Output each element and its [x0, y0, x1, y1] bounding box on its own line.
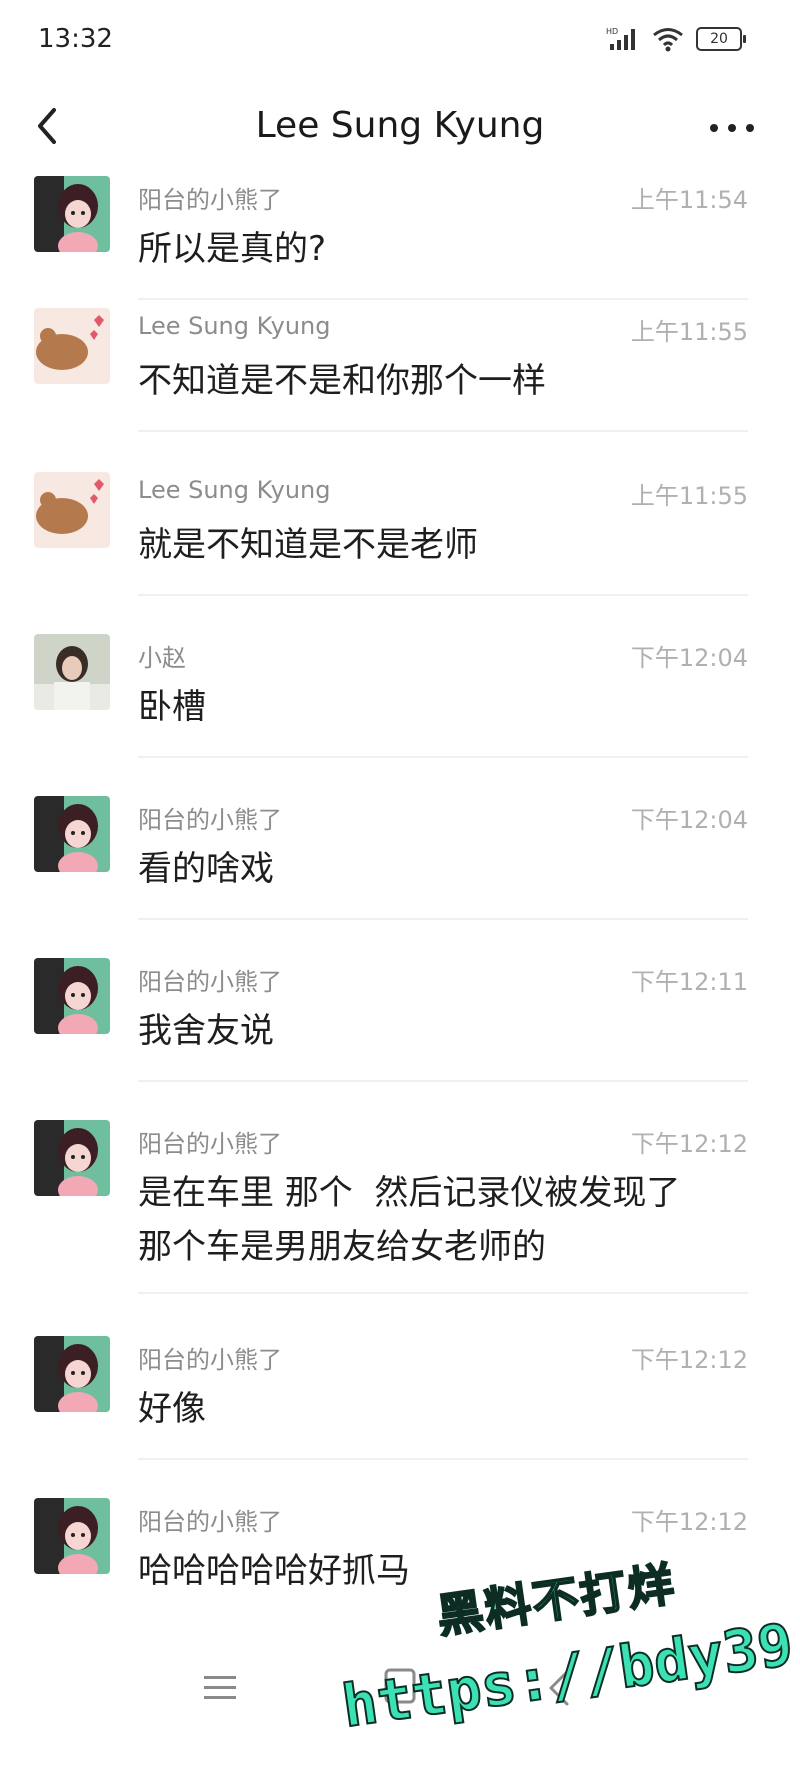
- status-time: 13:32: [38, 24, 113, 54]
- sender-name: 阳台的小熊了: [138, 1346, 282, 1374]
- message-time: 上午11:54: [630, 186, 748, 214]
- more-horizontal-icon[interactable]: [702, 96, 762, 156]
- photo-avatar[interactable]: [34, 634, 110, 710]
- message-text: 哈哈哈哈哈好抓马: [138, 1551, 410, 1591]
- status-icons: HD 20: [606, 26, 746, 52]
- message-time: 下午12:12: [630, 1346, 748, 1374]
- sender-name: Lee Sung Kyung: [138, 312, 331, 340]
- nav-bar: Lee Sung Kyung: [0, 84, 800, 176]
- anime-girl-avatar[interactable]: [34, 1120, 110, 1196]
- sender-name: 阳台的小熊了: [138, 186, 282, 214]
- divider: [138, 1292, 748, 1294]
- message-text: 好像: [138, 1389, 206, 1429]
- message-line: 那个车是男朋友给女老师的: [138, 1227, 546, 1267]
- menu-icon[interactable]: [202, 1670, 238, 1706]
- sender-name: 阳台的小熊了: [138, 806, 282, 834]
- message-time: 下午12:12: [630, 1130, 748, 1158]
- message-time: 下午12:04: [630, 644, 748, 672]
- message-text: 看的啥戏: [138, 849, 274, 889]
- anime-girl-avatar[interactable]: [34, 1336, 110, 1412]
- message-time: 上午11:55: [630, 482, 748, 510]
- message-line: 是在车里 那个 然后记录仪被发现了: [138, 1173, 681, 1213]
- divider: [138, 298, 748, 300]
- message-text: 不知道是不是和你那个一样: [138, 361, 546, 401]
- brown-bear-avatar[interactable]: [34, 308, 110, 384]
- system-nav-bar: [0, 1640, 800, 1777]
- divider: [138, 756, 748, 758]
- page-title: Lee Sung Kyung: [255, 105, 545, 146]
- anime-girl-avatar[interactable]: [34, 796, 110, 872]
- anime-girl-avatar[interactable]: [34, 958, 110, 1034]
- divider: [138, 918, 748, 920]
- sender-name: 阳台的小熊了: [138, 968, 282, 996]
- message-time: 下午12:12: [630, 1508, 748, 1536]
- message-time: 下午12:11: [630, 968, 748, 996]
- anime-girl-avatar[interactable]: [34, 176, 110, 252]
- divider: [138, 594, 748, 596]
- sender-name: Lee Sung Kyung: [138, 476, 331, 504]
- back-nav-icon[interactable]: [545, 1666, 573, 1710]
- divider: [138, 1080, 748, 1082]
- sender-name: 阳台的小熊了: [138, 1508, 282, 1536]
- message-text: 卧槽: [138, 687, 206, 727]
- message-time: 下午12:04: [630, 806, 748, 834]
- sender-name: 阳台的小熊了: [138, 1130, 282, 1158]
- wifi-icon: [653, 28, 683, 52]
- message-text: 就是不知道是不是老师: [138, 525, 478, 565]
- home-square-icon[interactable]: [380, 1662, 420, 1710]
- message-text: 所以是真的?: [138, 229, 327, 269]
- status-bar: 13:32 HD 20: [0, 0, 800, 84]
- divider: [138, 430, 748, 432]
- message-text: 是在车里 那个 然后记录仪被发现了 那个车是男朋友给女老师的: [138, 1166, 758, 1274]
- sender-name: 小赵: [138, 644, 186, 672]
- anime-girl-avatar[interactable]: [34, 1498, 110, 1574]
- message-text: 我舍友说: [138, 1011, 274, 1051]
- brown-bear-avatar[interactable]: [34, 472, 110, 548]
- battery-indicator: 20: [696, 27, 746, 51]
- network-label: HD: [606, 27, 618, 36]
- divider: [138, 1458, 748, 1460]
- signal-icon: HD: [606, 27, 635, 50]
- message-time: 上午11:55: [630, 318, 748, 346]
